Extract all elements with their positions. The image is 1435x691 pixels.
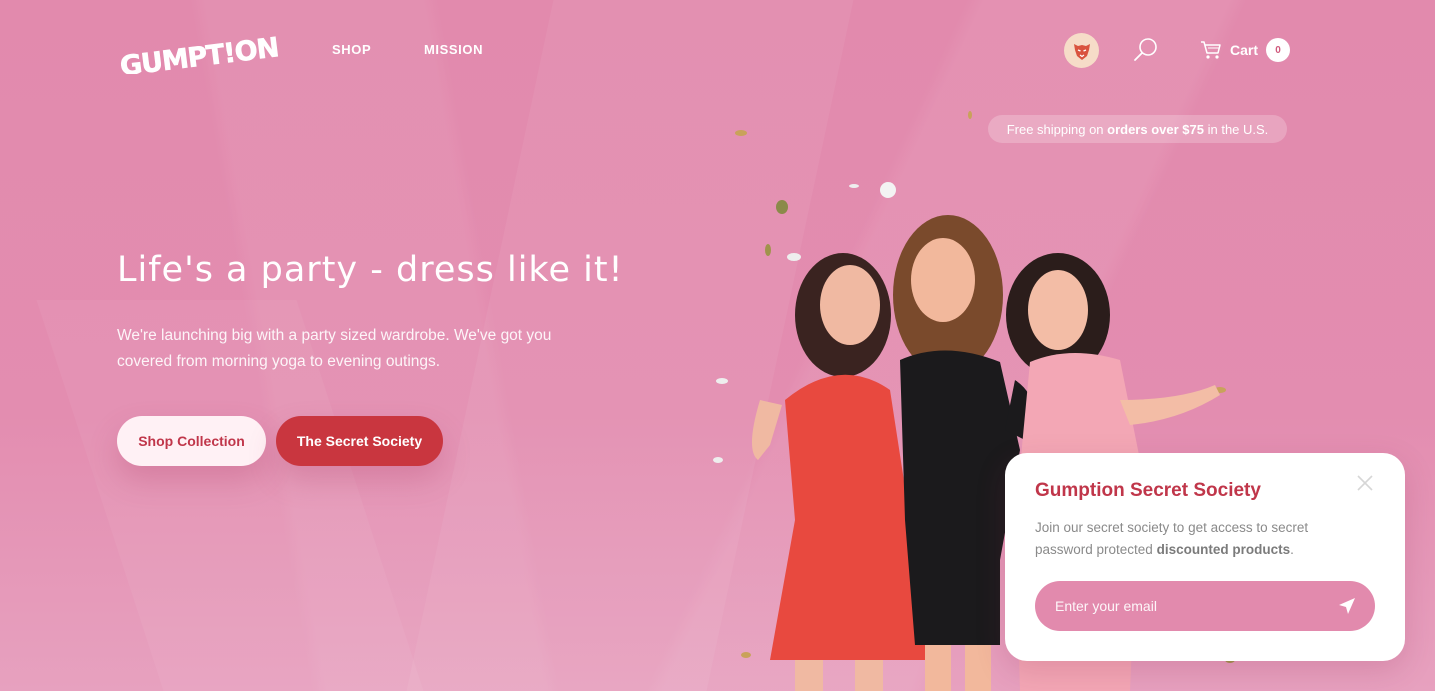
email-input[interactable]	[1035, 581, 1325, 631]
close-icon[interactable]	[1356, 474, 1374, 492]
logo[interactable]: GUMPT!ON	[117, 22, 279, 74]
account-avatar[interactable]	[1064, 33, 1099, 68]
secret-society-popup: Gumption Secret Society Join our secret …	[1005, 453, 1405, 661]
shop-collection-button[interactable]: Shop Collection	[117, 416, 266, 466]
email-form	[1035, 581, 1375, 631]
tiger-face-icon	[1073, 43, 1090, 60]
svg-text:GUMPT!ON: GUMPT!ON	[118, 32, 279, 74]
cart-count-badge: 0	[1266, 38, 1291, 62]
search-icon[interactable]	[1132, 36, 1160, 64]
popup-desc-bold: discounted products	[1156, 542, 1291, 557]
popup-desc-suffix: .	[1290, 542, 1294, 557]
cart-label: Cart	[1230, 42, 1259, 58]
cart-button[interactable]: Cart 0	[1200, 38, 1291, 62]
popup-description: Join our secret society to get access to…	[1035, 517, 1365, 561]
cart-icon	[1201, 41, 1221, 59]
nav-mission[interactable]: MISSION	[424, 42, 483, 57]
hero-title: Life's a party - dress like it!	[117, 250, 624, 290]
nav-shop[interactable]: SHOP	[332, 42, 371, 57]
secret-society-button[interactable]: The Secret Society	[276, 416, 443, 466]
paper-plane-icon[interactable]	[1338, 597, 1356, 615]
hero-subtitle: We're launching big with a party sized w…	[117, 327, 552, 370]
popup-title: Gumption Secret Society	[1035, 480, 1261, 501]
